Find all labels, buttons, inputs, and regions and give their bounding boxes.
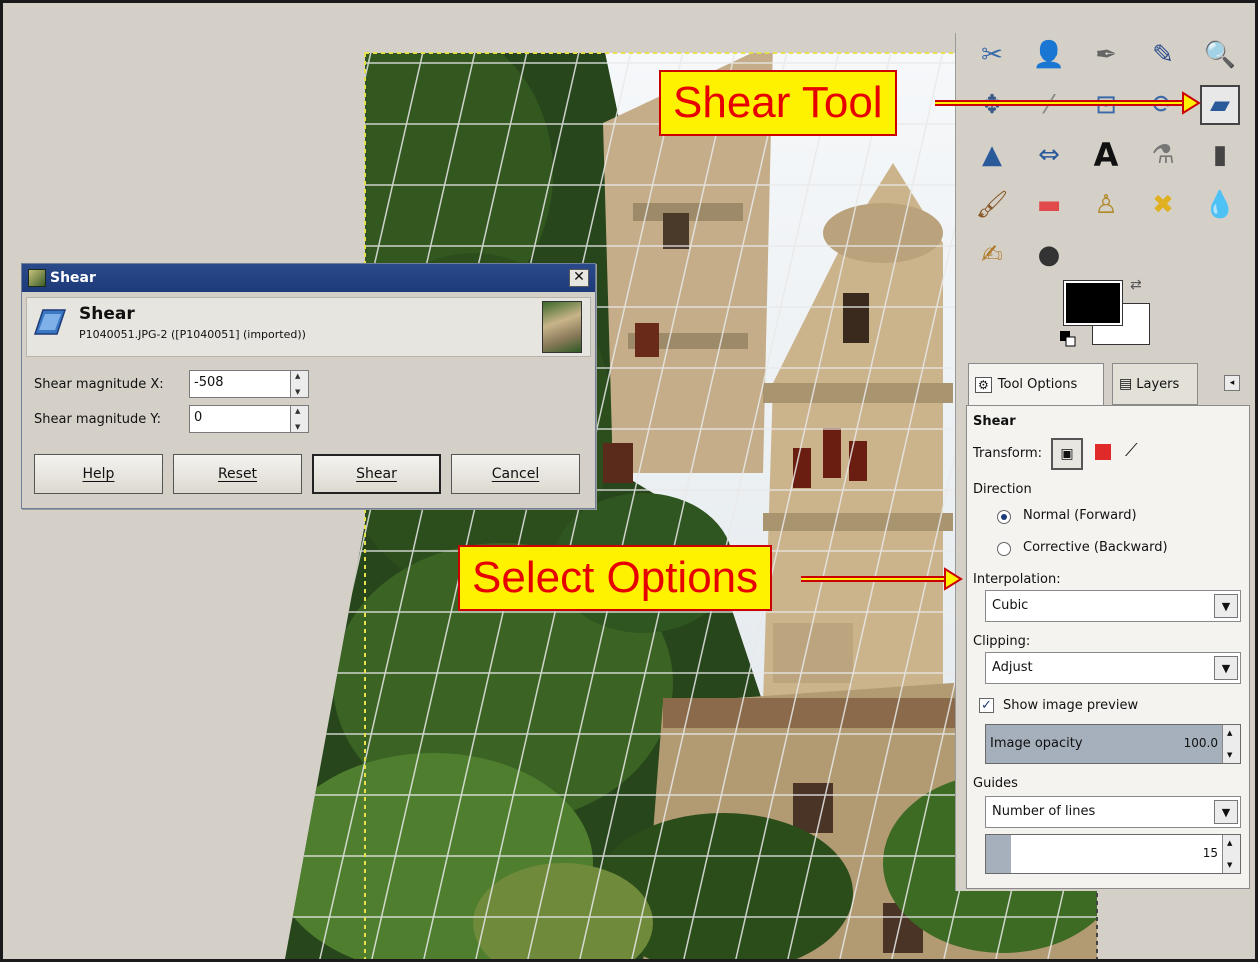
clipping-label: Clipping: xyxy=(973,634,1031,649)
shear-button[interactable]: Shear xyxy=(312,454,441,494)
cancel-button[interactable]: Cancel xyxy=(451,454,580,494)
tab-tool-options[interactable]: ⚙ Tool Options xyxy=(968,363,1104,405)
clone-icon[interactable]: ♙ xyxy=(1086,185,1126,225)
shear-y-row: Shear magnitude Y: 0 xyxy=(34,405,309,433)
tool-options-panel: Shear Transform: ▣ ⟋ Direction Normal (F… xyxy=(966,405,1250,889)
shear-x-label: Shear magnitude X: xyxy=(34,376,164,392)
dialog-header-subtitle: P1040051.JPG-2 ([P1040051] (imported)) xyxy=(79,328,306,341)
reset-colors-icon[interactable] xyxy=(1060,331,1076,347)
heal-icon[interactable]: ✖ xyxy=(1143,185,1183,225)
chevron-down-icon[interactable]: ▼ xyxy=(1214,800,1238,824)
rotate-icon[interactable]: ⟳ xyxy=(1143,85,1183,125)
tab-tool-options-label: Tool Options xyxy=(997,377,1078,392)
tab-layers-label: Layers xyxy=(1136,376,1180,392)
lines-fill xyxy=(986,835,1012,873)
align-icon[interactable]: ⁄ xyxy=(1029,85,1069,125)
opacity-value: 100.0 xyxy=(1183,736,1218,750)
paintbrush-icon[interactable]: 🖌 xyxy=(972,185,1012,225)
tab-layers[interactable]: ▤ Layers xyxy=(1112,363,1198,405)
layer-icon: ▣ xyxy=(1060,446,1074,462)
zoom-icon[interactable]: 🔍 xyxy=(1200,35,1240,75)
opacity-spinner[interactable] xyxy=(1222,725,1240,763)
eraser-icon[interactable]: ▬ xyxy=(1029,185,1069,225)
chevron-down-icon[interactable]: ▼ xyxy=(1214,656,1238,680)
toolbox: ✂ 👤 ✒ ✎ 🔍 ✥ ⁄ ⊡ ⟳ ▰ ▲ ⇔ A ⚗ ▮ 🖌 ▬ ♙ ✖ 💧 ✍ ● ⇄ ⚙ Tool Options … xyxy=(955,33,1255,891)
flip-icon[interactable]: ⇔ xyxy=(1029,135,1069,175)
direction-normal-radio[interactable] xyxy=(997,510,1011,524)
clipping-select[interactable]: Adjust ▼ xyxy=(985,652,1241,684)
lines-spinner[interactable] xyxy=(1222,835,1240,873)
chevron-down-icon[interactable]: ▼ xyxy=(1214,594,1238,618)
direction-label: Direction xyxy=(973,482,1032,497)
direction-normal-label[interactable]: Normal (Forward) xyxy=(1023,508,1137,523)
dock-tabs: ⚙ Tool Options ▤ Layers ◂ xyxy=(968,363,1254,407)
transform-path-icon[interactable]: ⟋ xyxy=(1125,440,1138,461)
shear-x-spinner[interactable] xyxy=(291,370,309,398)
shear-dialog: Shear ✕ Shear P1040051.JPG-2 ([P1040051]… xyxy=(21,263,596,509)
lines-value: 15 xyxy=(1202,846,1218,860)
dialog-header: Shear P1040051.JPG-2 ([P1040051] (import… xyxy=(26,297,591,357)
opacity-label: Image opacity xyxy=(990,736,1083,751)
bucket-fill-icon[interactable]: ⚗ xyxy=(1143,135,1183,175)
app-icon xyxy=(28,269,46,287)
smudge-icon[interactable]: ✍ xyxy=(972,235,1012,275)
crop-icon[interactable]: ⊡ xyxy=(1086,85,1126,125)
reset-button[interactable]: Reset xyxy=(173,454,302,494)
guides-value: Number of lines xyxy=(992,804,1096,819)
color-picker-icon[interactable]: ✎ xyxy=(1143,35,1183,75)
foreground-color-swatch[interactable] xyxy=(1063,280,1123,326)
dialog-header-title: Shear xyxy=(79,304,135,324)
transform-selection-icon[interactable] xyxy=(1095,444,1111,460)
shear-y-label: Shear magnitude Y: xyxy=(34,411,161,427)
select-options-callout: Select Options xyxy=(458,545,773,611)
scissors-select-icon[interactable]: ✂ xyxy=(972,35,1012,75)
show-preview-label[interactable]: Show image preview xyxy=(1003,698,1138,713)
perspective-icon[interactable]: ▲ xyxy=(972,135,1012,175)
image-thumbnail xyxy=(542,301,582,353)
interpolation-value: Cubic xyxy=(992,598,1029,613)
text-tool-icon[interactable]: A xyxy=(1086,135,1126,175)
swap-colors-icon[interactable]: ⇄ xyxy=(1130,277,1142,293)
layers-tab-icon: ▤ xyxy=(1119,376,1133,392)
foreground-select-icon[interactable]: 👤 xyxy=(1029,35,1069,75)
shear-x-input[interactable]: -508 xyxy=(189,370,291,398)
shear-icon xyxy=(33,309,67,335)
clipping-value: Adjust xyxy=(992,660,1033,675)
screenshot-frame: Shear ✕ Shear P1040051.JPG-2 ([P1040051]… xyxy=(0,0,1258,962)
dialog-buttons: Help Reset Shear Cancel xyxy=(34,454,580,494)
shear-y-input[interactable]: 0 xyxy=(189,405,291,433)
blur-icon[interactable]: 💧 xyxy=(1200,185,1240,225)
transform-label: Transform: xyxy=(973,446,1043,461)
blend-icon[interactable]: ▮ xyxy=(1200,135,1240,175)
options-section-title: Shear xyxy=(973,414,1016,429)
paths-icon[interactable]: ✒ xyxy=(1086,35,1126,75)
help-button[interactable]: Help xyxy=(34,454,163,494)
show-preview-checkbox[interactable]: ✓ xyxy=(979,698,994,713)
transform-layer-button[interactable]: ▣ xyxy=(1051,438,1083,470)
shear-y-spinner[interactable] xyxy=(291,405,309,433)
direction-corrective-label[interactable]: Corrective (Backward) xyxy=(1023,540,1168,555)
dialog-title-bar[interactable]: Shear ✕ xyxy=(22,264,595,292)
close-icon[interactable]: ✕ xyxy=(569,269,589,287)
direction-corrective-radio[interactable] xyxy=(997,542,1011,556)
dialog-window-title: Shear xyxy=(50,270,96,286)
dock-menu-icon[interactable]: ◂ xyxy=(1224,375,1240,391)
image-opacity-slider[interactable]: Image opacity 100.0 xyxy=(985,724,1241,764)
interpolation-label: Interpolation: xyxy=(973,572,1061,587)
fg-bg-colors[interactable]: ⇄ xyxy=(1060,277,1154,351)
shear-x-row: Shear magnitude X: -508 xyxy=(34,370,309,398)
shear-tool-icon[interactable]: ▰ xyxy=(1200,85,1240,125)
guides-select[interactable]: Number of lines ▼ xyxy=(985,796,1241,828)
interpolation-select[interactable]: Cubic ▼ xyxy=(985,590,1241,622)
dodge-burn-icon[interactable]: ● xyxy=(1029,235,1069,275)
number-of-lines-slider[interactable]: 15 xyxy=(985,834,1241,874)
guides-label: Guides xyxy=(973,776,1018,791)
move-icon[interactable]: ✥ xyxy=(972,85,1012,125)
shear-tool-callout: Shear Tool xyxy=(659,70,897,136)
tool-options-tab-icon: ⚙ xyxy=(975,376,992,393)
